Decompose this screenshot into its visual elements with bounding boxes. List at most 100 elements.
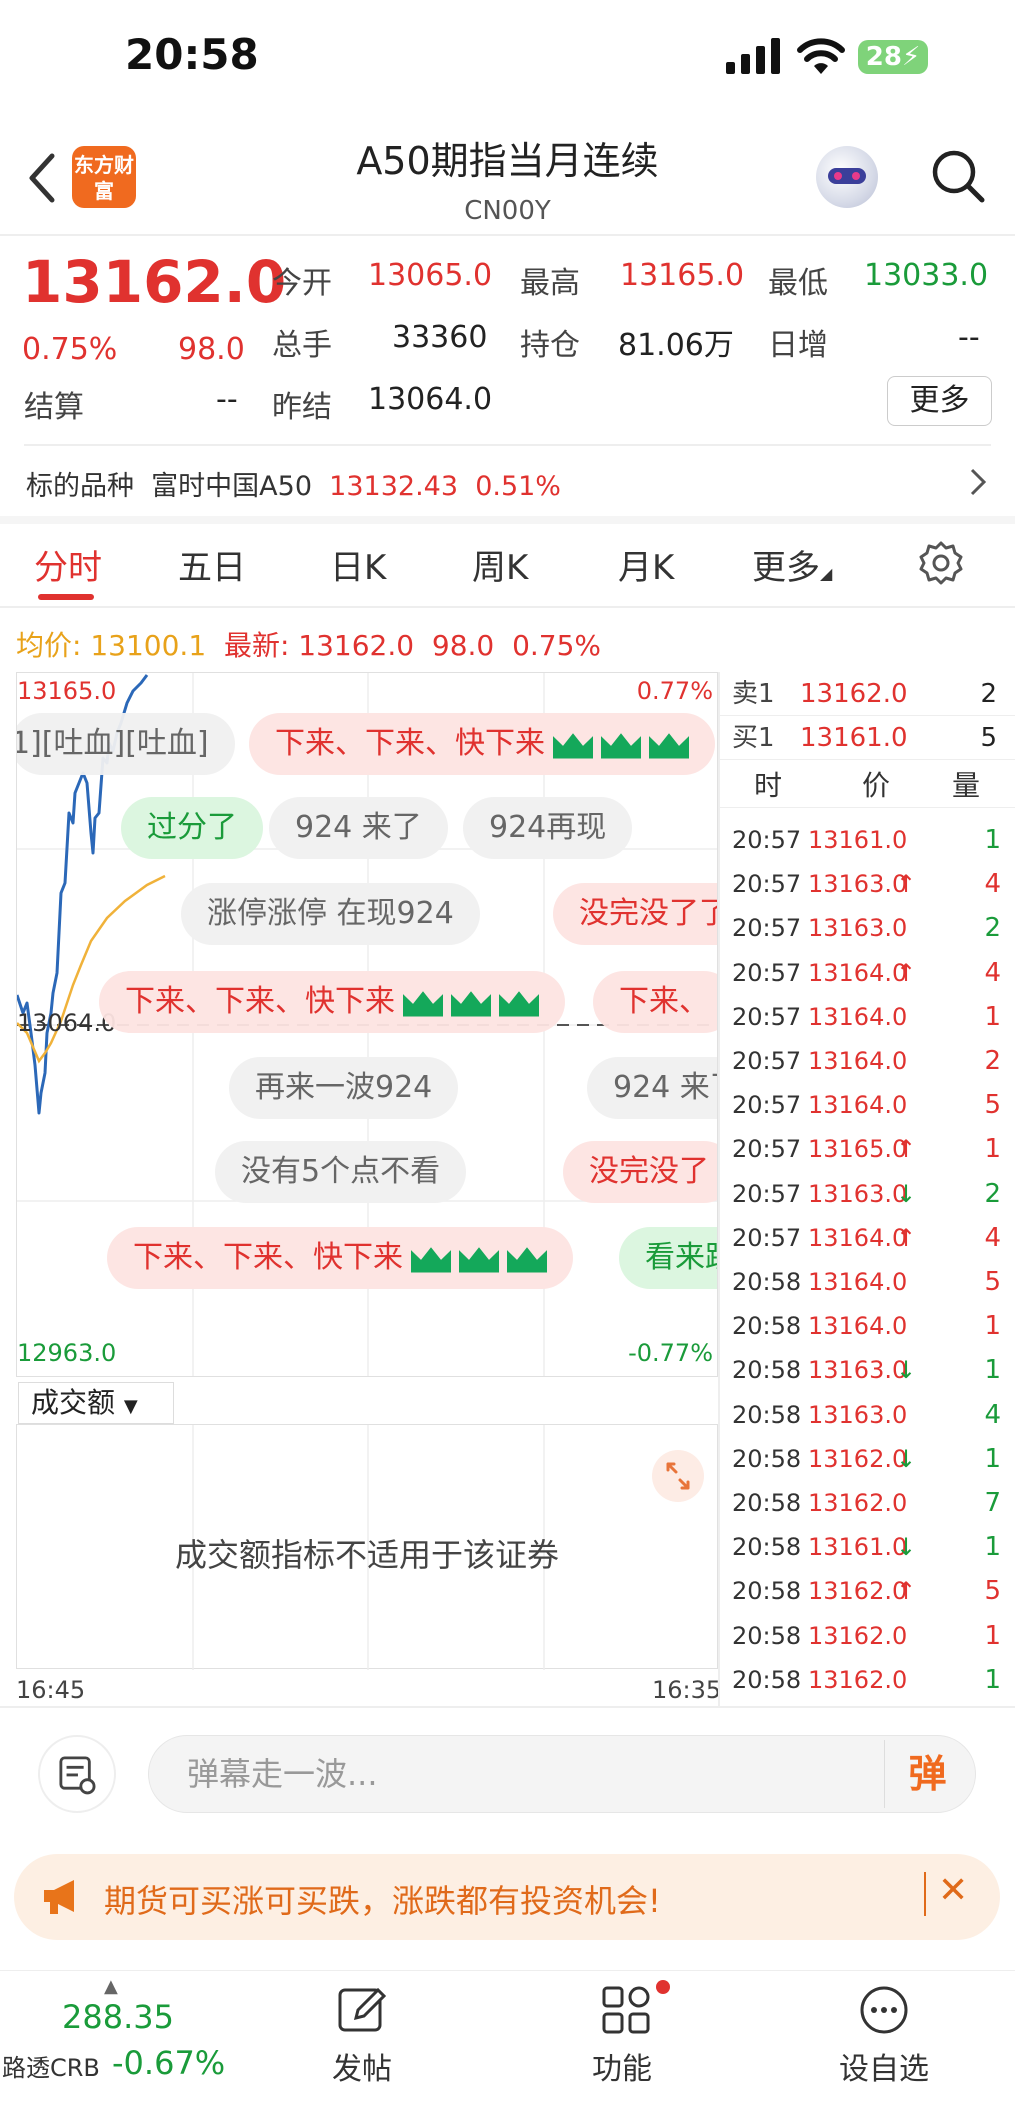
trade-qty: 5 — [984, 1267, 1001, 1297]
underlying-row[interactable]: 标的品种 富时中国A50 13132.43 0.51% — [26, 464, 561, 503]
danmaku-bubble[interactable]: 没有5个点不看 — [215, 1141, 467, 1203]
danmaku-text: 下来、下来、快下来 — [275, 726, 545, 761]
trade-price: 13162.0 — [808, 1444, 908, 1473]
trade-price: 13164.0 — [808, 1223, 908, 1252]
trade-qty: 2 — [984, 1046, 1001, 1076]
danmaku-bubble[interactable]: 没完没了了 — [553, 883, 717, 945]
trade-row: 20:57 13164.0 1 — [720, 995, 1015, 1039]
trade-row: 20:57 13164.0 ↑ 4 — [720, 951, 1015, 995]
y-axis-bottom: 12963.0 — [17, 1339, 117, 1367]
functions-grid-icon[interactable] — [600, 1984, 652, 2036]
index-pct[interactable]: -0.67% — [112, 2044, 225, 2082]
underlying-name: 富时中国A50 — [151, 471, 312, 502]
latest-label: 最新: — [223, 629, 290, 662]
chevron-right-icon[interactable] — [966, 464, 990, 500]
trade-time: 20:58 — [732, 1665, 802, 1694]
tab-five-day[interactable]: 五日 — [178, 540, 246, 589]
trade-direction-icon: ↓ — [896, 1444, 917, 1473]
open-value: 13065.0 — [368, 258, 493, 293]
danmaku-bubble[interactable]: 下来、下来、快下来 — [99, 971, 565, 1033]
danmaku-settings-icon[interactable] — [38, 1735, 116, 1813]
danmaku-bubble[interactable]: 下来、 — [593, 971, 717, 1033]
trade-price: 13164.0 — [808, 1002, 908, 1031]
trade-row: 20:58 13164.0 5 — [720, 1260, 1015, 1304]
trades-list[interactable]: 20:57 13161.0 1 20:57 13163.0 ↑ 4 20:57 13163.0 2… — [720, 818, 1015, 1702]
change-percent: 0.75% — [22, 332, 118, 367]
y-axis-top-value: 13165.0 — [17, 677, 117, 705]
search-icon[interactable] — [930, 148, 986, 204]
trade-qty: 5 — [984, 1090, 1001, 1121]
trade-price: 13164.0 — [808, 1091, 908, 1120]
trade-row: 20:57 13165.0 ↑ 1 — [720, 1127, 1015, 1171]
settlement-value: -- — [216, 382, 238, 417]
tab-monthly-k[interactable]: 月K — [618, 540, 674, 589]
intraday-chart[interactable]: 13165.0 13064.0 12963.0 0.77% -0.77% 1][… — [16, 672, 718, 1377]
trade-price: 13165.0 — [808, 1135, 908, 1164]
tab-intraday[interactable]: 分时 — [34, 540, 102, 589]
high-label: 最高 — [520, 266, 580, 301]
tab-weekly-k[interactable]: 周K — [472, 540, 528, 589]
trade-row: 20:57 13164.0 5 — [720, 1083, 1015, 1127]
trade-qty: 2 — [984, 1178, 1001, 1209]
tab-more[interactable]: 更多◢ — [752, 540, 832, 589]
nav-post[interactable]: 发帖 — [312, 2044, 412, 2088]
danmaku-send-button[interactable]: 弹 — [884, 1740, 970, 1808]
trade-qty: 1 — [984, 1311, 1001, 1342]
trade-price: 13163.0 — [808, 870, 908, 899]
danmaku-text: 下来、下来、快下来 — [133, 1240, 403, 1275]
trade-time: 20:58 — [732, 1621, 802, 1650]
battery-icon: 28 ⚡ — [858, 40, 928, 74]
danmaku-bubble[interactable]: 没完没了 — [563, 1141, 717, 1203]
danmaku-bubble[interactable]: 看来跌 — [619, 1227, 717, 1289]
volume-value: 33360 — [392, 320, 488, 355]
danmaku-bubble[interactable]: 涨停涨停 在现924 — [181, 883, 480, 945]
latest-change: 98.0 — [431, 629, 495, 662]
trade-qty: 1 — [984, 825, 1001, 855]
orderbook-divider — [718, 672, 720, 1706]
danmaku-bubble[interactable]: 1][吐血][吐血] — [17, 713, 235, 775]
trade-qty: 1 — [984, 1620, 1001, 1651]
nav-add-watchlist[interactable]: 设自选 — [824, 2044, 944, 2088]
nav-functions[interactable]: 功能 — [572, 2044, 672, 2088]
expand-icon[interactable] — [652, 1450, 704, 1502]
volume-indicator-select[interactable]: 成交额 ▼ — [18, 1382, 174, 1424]
more-quote-button[interactable]: 更多 — [887, 376, 992, 426]
index-name[interactable]: 路透CRB — [2, 2048, 100, 2083]
section-gap — [0, 516, 1015, 524]
trade-qty: 2 — [984, 913, 1001, 944]
danmaku-bubble[interactable]: 下来、下来、快下来 — [107, 1227, 573, 1289]
trade-time: 20:58 — [732, 1533, 802, 1562]
more-dots-icon[interactable] — [858, 1984, 910, 2036]
ask-label: 卖1 — [732, 679, 775, 709]
assistant-robot-icon[interactable] — [816, 146, 878, 208]
trade-row: 20:58 13162.0 7 — [720, 1481, 1015, 1525]
promo-close-button[interactable]: ✕ — [938, 1870, 968, 1911]
trades-header: 时 价 量 — [720, 764, 1015, 808]
danmaku-bubble[interactable]: 924 来了 — [587, 1057, 717, 1119]
danmaku-bubble[interactable]: 924再现 — [463, 797, 633, 859]
trade-price: 13161.0 — [808, 826, 908, 854]
compose-post-icon[interactable] — [336, 1984, 388, 2036]
tab-daily-k[interactable]: 日K — [330, 540, 386, 589]
danmaku-input[interactable]: 弹幕走一波... — [148, 1735, 976, 1813]
trade-time: 20:57 — [732, 1223, 802, 1252]
time-axis-end: 16:35 — [652, 1676, 722, 1704]
crash-icon — [553, 733, 593, 759]
battery-level: 28 — [865, 42, 902, 72]
trade-row: 20:57 13161.0 1 — [720, 818, 1015, 862]
low-label: 最低 — [768, 266, 828, 301]
trade-row: 20:58 13163.0 4 — [720, 1393, 1015, 1437]
index-value[interactable]: 288.35 — [62, 1998, 174, 2036]
dropdown-arrow-icon: ▼ — [123, 1396, 138, 1417]
bid-price: 13161.0 — [800, 723, 908, 753]
danmaku-bubble[interactable]: 过分了 — [121, 797, 263, 859]
settings-gear-icon[interactable] — [918, 540, 964, 586]
trade-qty: 1 — [984, 1001, 1001, 1032]
danmaku-bubble[interactable]: 下来、下来、快下来 — [249, 713, 715, 775]
danmaku-bubble[interactable]: 924 来了 — [269, 797, 448, 859]
notification-dot — [656, 1980, 670, 1994]
danmaku-bubble[interactable]: 再来一波924 — [229, 1057, 459, 1119]
col-time: 时 — [754, 769, 783, 802]
trade-time: 20:58 — [732, 1577, 802, 1606]
trade-qty: 1 — [984, 1443, 1001, 1474]
